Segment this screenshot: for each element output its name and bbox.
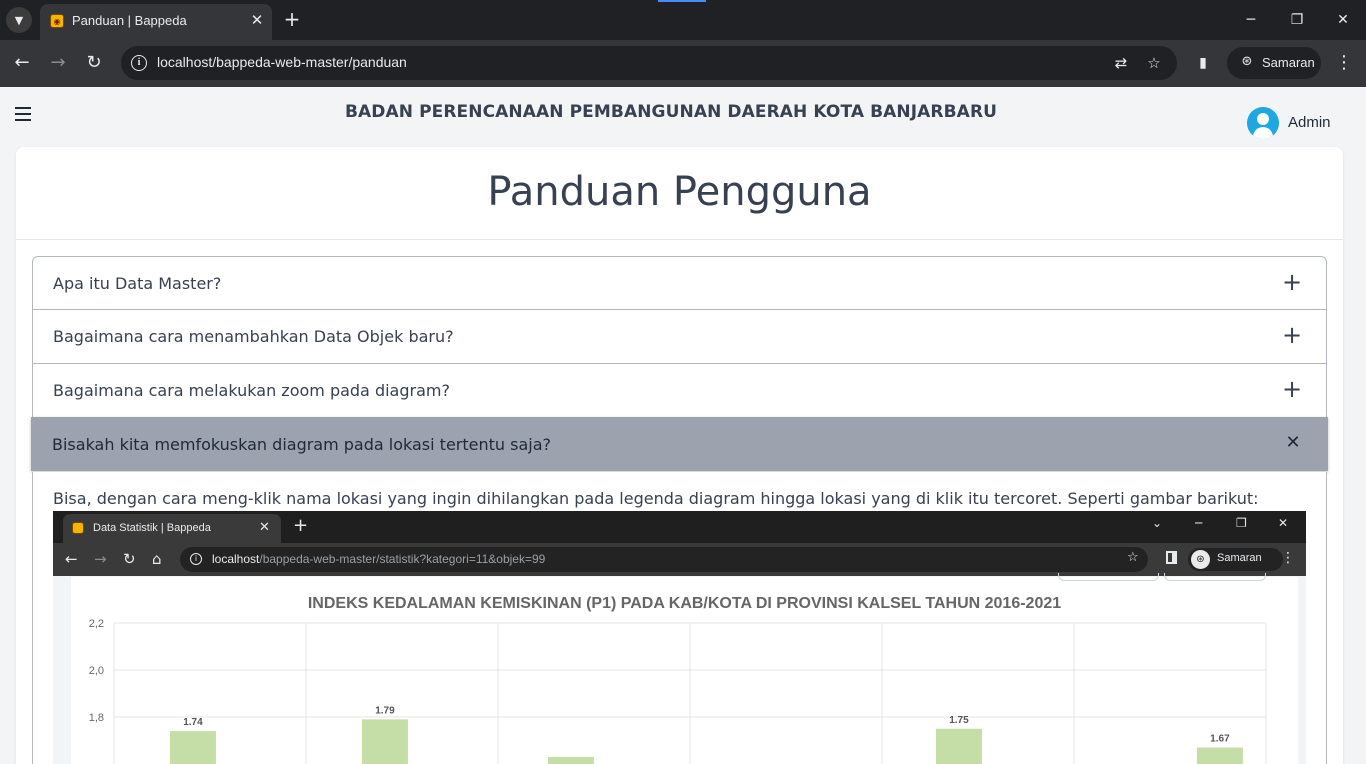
screenshot-profile-label: Samaran bbox=[1217, 552, 1262, 564]
page-title: Panduan Pengguna bbox=[487, 169, 872, 215]
faq-item[interactable]: Bagaimana cara melakukan zoom pada diagr… bbox=[32, 364, 1327, 418]
window-close-icon[interactable]: ✕ bbox=[1329, 8, 1357, 32]
faq-question: Bagaimana cara melakukan zoom pada diagr… bbox=[53, 381, 450, 400]
card-header: Panduan Pengguna bbox=[16, 147, 1343, 240]
screenshot-back-icon: ← bbox=[65, 550, 78, 568]
screenshot-forward-icon: → bbox=[94, 550, 107, 568]
address-bar[interactable]: i localhost/bappeda-web-master/panduan ⇄… bbox=[121, 46, 1177, 80]
y-tick-label: 2,0 bbox=[89, 665, 104, 677]
chart-bar bbox=[361, 719, 408, 764]
example-screenshot-image: Data Statistik | Bappeda ✕ + ⌄ ─ ❐ ✕ ← →… bbox=[53, 511, 1306, 764]
screenshot-tab-bar: Data Statistik | Bappeda ✕ + ⌄ ─ ❐ ✕ bbox=[53, 511, 1306, 543]
screenshot-menu-icon: ⋮ bbox=[1281, 550, 1295, 566]
screenshot-address-bar: i localhost/bappeda-web-master/statistik… bbox=[180, 547, 1148, 572]
chart-bar bbox=[935, 728, 982, 764]
faq-question: Bisakah kita memfokuskan diagram pada lo… bbox=[52, 435, 552, 454]
site-title: BADAN PERENCANAAN PEMBANGUNAN DAERAH KOT… bbox=[344, 102, 998, 122]
expand-plus-icon[interactable]: + bbox=[1282, 377, 1302, 401]
site-info-icon[interactable]: i bbox=[131, 55, 147, 71]
screenshot-tab-close-icon: ✕ bbox=[259, 520, 270, 535]
screenshot-close-icon: ✕ bbox=[1278, 516, 1289, 530]
browser-tab-title: Panduan | Bappeda bbox=[72, 13, 187, 28]
screenshot-reload-icon: ↻ bbox=[123, 550, 136, 568]
user-avatar-icon[interactable] bbox=[1247, 107, 1279, 139]
chart-bar bbox=[1196, 747, 1243, 764]
chart-bar bbox=[169, 731, 216, 764]
translate-icon[interactable]: ⇄ bbox=[1111, 53, 1131, 73]
faq-question: Apa itu Data Master? bbox=[53, 274, 222, 293]
y-tick-label: 1,8 bbox=[89, 712, 104, 724]
incognito-profile-button[interactable]: ⊛ Samaran bbox=[1227, 47, 1321, 79]
bar-data-label: 1.74 bbox=[183, 717, 203, 728]
side-panel-icon[interactable]: ▮ bbox=[1190, 50, 1216, 76]
incognito-icon: ⊛ bbox=[1241, 54, 1253, 69]
bappeda-favicon-icon: ◉ bbox=[50, 14, 64, 28]
minimize-icon[interactable]: ─ bbox=[1237, 8, 1265, 32]
user-name[interactable]: Admin bbox=[1288, 114, 1331, 131]
screenshot-toolbar: ← → ↻ ⌂ i localhost/bappeda-web-master/s… bbox=[53, 543, 1306, 576]
screenshot-minimize-icon: ─ bbox=[1195, 516, 1203, 530]
faq-item[interactable]: Apa itu Data Master? + bbox=[32, 256, 1327, 310]
forward-arrow-icon[interactable]: → bbox=[45, 50, 71, 76]
screenshot-profile-pill: ⊛ Samaran bbox=[1188, 548, 1283, 571]
screenshot-restore-icon: ❐ bbox=[1236, 516, 1247, 530]
tab-close-icon[interactable]: ✕ bbox=[248, 11, 266, 29]
expand-plus-icon[interactable]: + bbox=[1282, 323, 1302, 347]
browser-tab-bar: ▼ ◉ Panduan | Bappeda ✕ + ─ ❐ ✕ bbox=[0, 0, 1366, 40]
screenshot-tab-title: Data Statistik | Bappeda bbox=[93, 522, 211, 534]
bar-data-label: 1.75 bbox=[949, 715, 969, 726]
faq-answer-text: Bisa, dengan cara meng-klik nama lokasi … bbox=[53, 489, 1259, 508]
expand-plus-icon[interactable]: + bbox=[1282, 270, 1302, 294]
browser-menu-icon[interactable]: ⋮ bbox=[1331, 50, 1357, 76]
screenshot-incognito-icon: ⊛ bbox=[1191, 550, 1210, 569]
tab-strip-accent bbox=[658, 0, 706, 2]
screenshot-favicon-icon bbox=[72, 522, 84, 534]
screenshot-url: localhost/bappeda-web-master/statistik?k… bbox=[212, 552, 546, 566]
faq-question: Bagaimana cara menambahkan Data Objek ba… bbox=[53, 327, 454, 346]
browser-toolbar: ← → ↻ i localhost/bappeda-web-master/pan… bbox=[0, 40, 1366, 87]
back-arrow-icon[interactable]: ← bbox=[9, 50, 35, 76]
screenshot-new-tab-icon: + bbox=[293, 515, 309, 536]
collapse-close-icon[interactable]: ✕ bbox=[1283, 431, 1303, 455]
address-url[interactable]: localhost/bappeda-web-master/panduan bbox=[157, 54, 407, 70]
bookmark-star-icon[interactable]: ☆ bbox=[1144, 53, 1164, 73]
screenshot-side-panel-icon bbox=[1166, 551, 1177, 564]
screenshot-home-icon: ⌂ bbox=[152, 550, 162, 568]
bar-data-label: 1.67 bbox=[1210, 734, 1230, 745]
restore-icon[interactable]: ❐ bbox=[1283, 8, 1311, 32]
screenshot-tab: Data Statistik | Bappeda ✕ bbox=[63, 514, 281, 543]
new-tab-icon[interactable]: + bbox=[282, 8, 302, 30]
screenshot-star-icon: ☆ bbox=[1127, 550, 1139, 565]
tab-search-chevron-icon[interactable]: ▼ bbox=[6, 7, 32, 33]
browser-tab-active[interactable]: ◉ Panduan | Bappeda ✕ bbox=[40, 4, 272, 40]
screenshot-site-info-icon: i bbox=[190, 553, 202, 565]
screenshot-chevron-icon: ⌄ bbox=[1152, 516, 1163, 530]
bar-chart: INDEKS KEDALAMAN KEMISKINAN (P1) PADA KA… bbox=[71, 573, 1298, 764]
faq-item[interactable]: Bagaimana cara menambahkan Data Objek ba… bbox=[32, 310, 1327, 364]
chart-plot: 2,2 2,0 1,8 1.74 1.79 1.75 1.67 bbox=[89, 618, 1267, 764]
reload-icon[interactable]: ↻ bbox=[81, 50, 107, 76]
bar-data-label: 1.79 bbox=[375, 705, 395, 716]
y-tick-label: 2,2 bbox=[89, 618, 104, 630]
profile-label: Samaran bbox=[1262, 55, 1315, 70]
faq-item-open[interactable]: Bisakah kita memfokuskan diagram pada lo… bbox=[31, 417, 1328, 471]
chart-bar bbox=[547, 756, 594, 764]
